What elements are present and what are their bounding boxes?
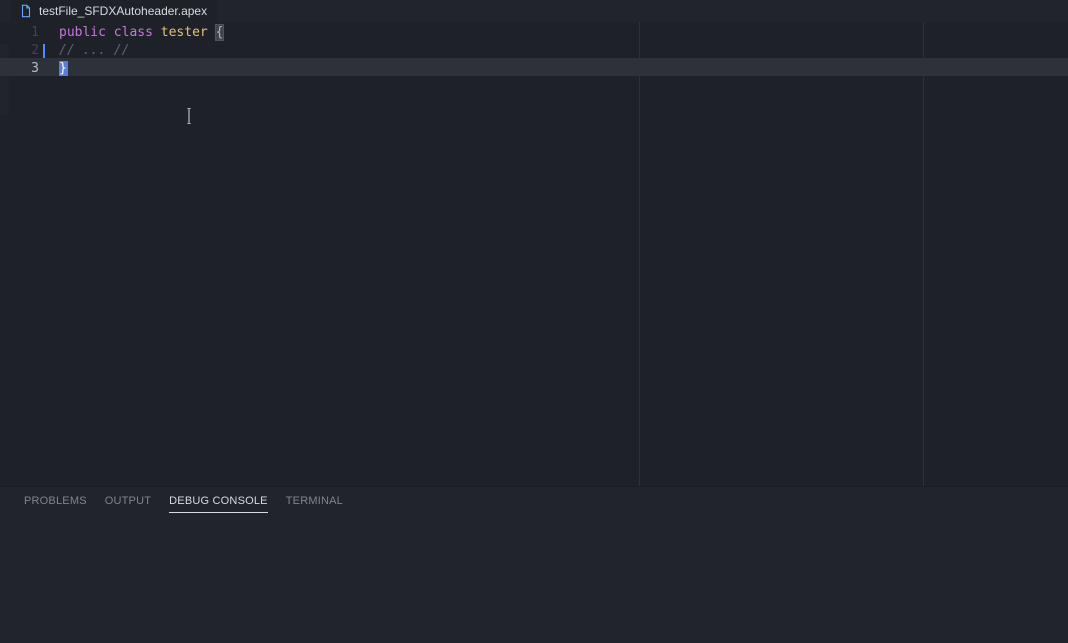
code-line[interactable]: } xyxy=(59,60,1068,78)
tab-debug-console[interactable]: DEBUG CONSOLE xyxy=(169,490,268,513)
file-icon xyxy=(19,4,33,18)
code-line[interactable]: // ... // xyxy=(59,42,1068,60)
line-number-gutter: 1 2 3 xyxy=(11,24,59,486)
editor-tab-label: testFile_SFDXAutoheader.apex xyxy=(39,4,207,18)
token-brace: } xyxy=(59,61,68,76)
code-editor[interactable]: 1 2 3 public class tester { // ... // } xyxy=(0,22,1068,486)
bottom-panel: PROBLEMS OUTPUT DEBUG CONSOLE TERMINAL xyxy=(0,486,1068,643)
code-content[interactable]: public class tester { // ... // } xyxy=(59,24,1068,486)
line-number: 3 xyxy=(11,60,39,78)
code-line[interactable]: public class tester { xyxy=(59,24,1068,42)
editor-tab[interactable]: testFile_SFDXAutoheader.apex xyxy=(11,0,217,22)
panel-tab-bar: PROBLEMS OUTPUT DEBUG CONSOLE TERMINAL xyxy=(0,487,1068,516)
editor-tab-bar: testFile_SFDXAutoheader.apex xyxy=(0,0,1068,22)
token-identifier: tester xyxy=(161,25,208,40)
token-comment: // ... // xyxy=(59,43,129,58)
editor-area: 1 2 3 public class tester { // ... // } … xyxy=(0,22,1068,643)
token-brace: { xyxy=(216,25,224,40)
decorative-strip xyxy=(0,44,9,114)
debug-console-body[interactable] xyxy=(0,516,1068,643)
tab-terminal[interactable]: TERMINAL xyxy=(286,490,343,513)
token-keyword: public xyxy=(59,25,106,40)
line-number: 2 xyxy=(11,42,39,60)
tab-problems[interactable]: PROBLEMS xyxy=(24,490,87,513)
line-number: 1 xyxy=(11,24,39,42)
token-keyword: class xyxy=(114,25,153,40)
tab-output[interactable]: OUTPUT xyxy=(105,490,151,513)
